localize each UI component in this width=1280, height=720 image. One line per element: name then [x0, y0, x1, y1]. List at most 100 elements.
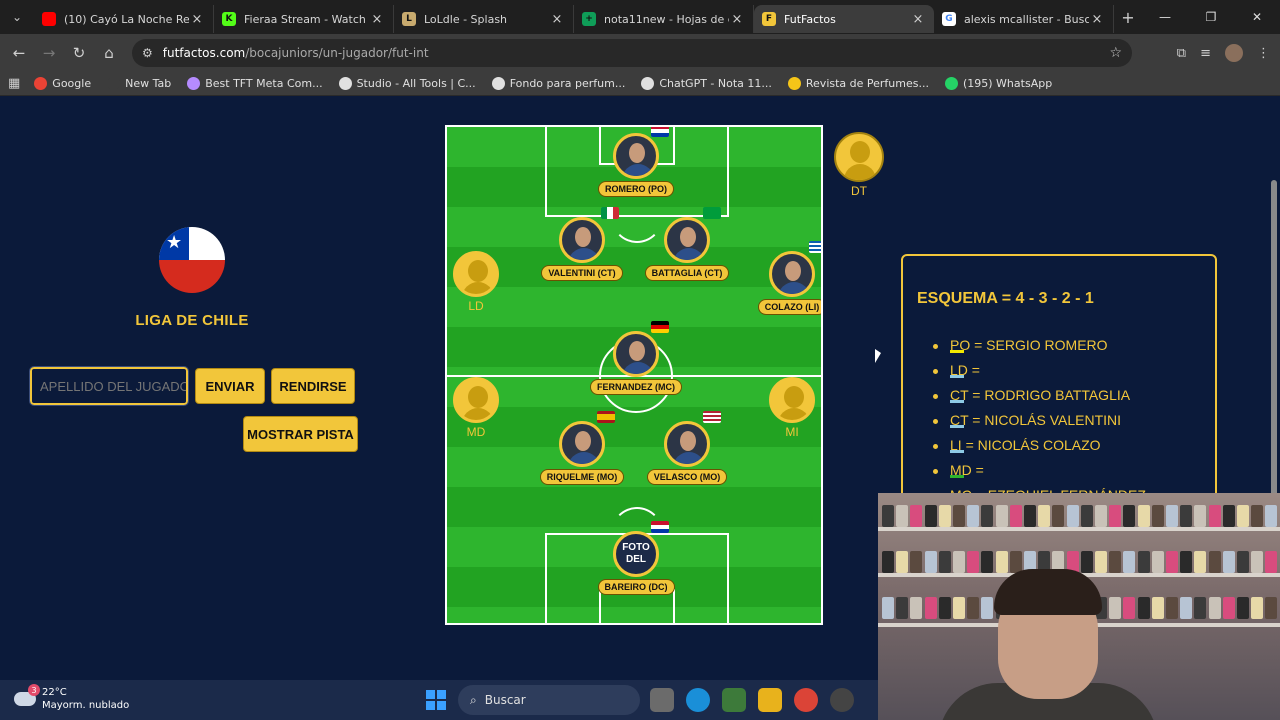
perfume-bottle — [1237, 551, 1249, 573]
bookmark-item[interactable]: ChatGPT - Nota 11... — [641, 77, 772, 90]
player-mi[interactable]: MI — [737, 377, 821, 439]
tab-search-icon[interactable]: ⌄ — [0, 0, 34, 34]
perfume-bottle — [896, 551, 909, 573]
paraguay-flag-icon — [651, 127, 669, 137]
player-md[interactable]: MD — [447, 377, 531, 439]
player-ct2[interactable]: BATTAGLIA (CT) — [632, 217, 742, 281]
scrollbar-thumb[interactable] — [1271, 180, 1277, 510]
perfume-bottle — [882, 551, 894, 573]
perfume-bottle — [995, 505, 1008, 527]
perfume-bottle — [1222, 505, 1235, 527]
bookmark-favicon-icon — [787, 77, 801, 90]
give-up-button[interactable]: RENDIRSE — [271, 368, 355, 404]
bookmarks-bar: ▦ Google New Tab Best TFT Meta Com... Studi… — [0, 72, 1280, 96]
browser-tab[interactable]: Galexis mcallister - Buscar c× — [934, 5, 1114, 33]
perfume-bottle — [1265, 551, 1278, 573]
perfume-bottle — [1009, 505, 1022, 527]
weather-widget[interactable]: 3 22°C Mayorm. nublado — [14, 684, 130, 712]
photo-placeholder-line2: DEL — [626, 554, 646, 565]
perfume-bottle — [882, 597, 894, 619]
close-tab-icon[interactable]: × — [549, 12, 565, 27]
extensions-icon[interactable]: ⧉ — [1177, 46, 1186, 61]
close-tab-icon[interactable]: × — [910, 12, 926, 27]
browser-toolbar: ← → ↻ ⌂ ⚙ futfactos.com/bocajuniors/un-j… — [0, 34, 1280, 72]
edge-icon[interactable] — [686, 688, 710, 712]
apps-grid-icon[interactable]: ▦ — [8, 76, 20, 91]
perfume-bottle — [1080, 505, 1093, 527]
browser-tab[interactable]: F FutFactos × — [754, 5, 934, 33]
bookmark-star-icon[interactable]: ☆ — [1109, 45, 1122, 61]
browser-tab[interactable]: L LoLdle - Splash × — [394, 5, 574, 33]
windows-start-icon[interactable] — [426, 690, 446, 710]
tab-title: nota11new - Hojas de cálc — [604, 12, 729, 26]
browser-tab[interactable]: + nota11new - Hojas de cálc× — [574, 5, 754, 33]
site-info-icon[interactable]: ⚙ — [142, 46, 153, 60]
scheme-list: PO = SERGIO ROMERO LD = CT = RODRIGO BATTA… — [933, 334, 1146, 509]
bookmark-item[interactable]: Google — [34, 77, 91, 90]
scheme-item: CT = RODRIGO BATTAGLIA — [933, 384, 1146, 409]
perfume-bottle — [967, 551, 980, 573]
player-tag: FERNANDEZ (MC) — [590, 379, 682, 395]
bookmark-item[interactable]: New Tab — [107, 77, 171, 90]
file-explorer-icon[interactable] — [758, 688, 782, 712]
player-po[interactable]: ROMERO (PO) — [581, 133, 691, 197]
close-tab-icon[interactable]: × — [369, 12, 385, 27]
bookmark-item[interactable]: Revista de Perfumes... — [787, 77, 929, 90]
taskbar-search-label: Buscar — [484, 693, 526, 707]
back-icon[interactable]: ← — [4, 44, 34, 62]
home-icon[interactable]: ⌂ — [94, 44, 124, 62]
player-ld[interactable]: LD — [447, 251, 531, 313]
browser-tab[interactable]: (10) Cayó La Noche Remix× — [34, 5, 214, 33]
player-ct1[interactable]: VALENTINI (CT) — [527, 217, 637, 281]
app-icon[interactable] — [722, 688, 746, 712]
close-window-icon[interactable]: ✕ — [1234, 0, 1280, 34]
perfume-bottle — [1123, 551, 1136, 573]
menu-icon[interactable]: ⋮ — [1257, 46, 1270, 61]
bookmark-item[interactable]: Fondo para perfum... — [491, 77, 626, 90]
player-photo — [769, 251, 815, 297]
perfume-bottle — [938, 597, 951, 619]
player-mo2[interactable]: VELASCO (MO) — [632, 421, 742, 485]
perfume-bottle — [1109, 505, 1122, 527]
maximize-icon[interactable]: ❐ — [1188, 0, 1234, 34]
address-bar[interactable]: ⚙ futfactos.com/bocajuniors/un-jugador/f… — [132, 39, 1132, 67]
browser-tab[interactable]: K Fieraa Stream - Watch Live× — [214, 5, 394, 33]
perfume-bottle — [995, 551, 1008, 573]
obs-icon[interactable] — [830, 688, 854, 712]
close-tab-icon[interactable]: × — [189, 12, 205, 27]
player-dc[interactable]: FOTO DEL BAREIRO (DC) — [581, 531, 691, 595]
bookmark-favicon-icon — [107, 77, 121, 90]
profile-avatar[interactable] — [1225, 44, 1243, 62]
coach-label: DT — [851, 184, 867, 198]
player-surname-input[interactable] — [29, 366, 189, 406]
scheme-item-text: MD = — [950, 462, 984, 481]
bookmark-item[interactable]: Studio - All Tools | C... — [338, 77, 476, 90]
minimize-icon[interactable]: — — [1142, 0, 1188, 34]
bullet-icon — [933, 344, 938, 349]
bookmark-favicon-icon — [187, 77, 201, 90]
player-mo1[interactable]: RIQUELME (MO) — [527, 421, 637, 485]
bookmark-list: Google New Tab Best TFT Meta Com... Studio … — [34, 77, 1068, 90]
bookmark-label: Fondo para perfum... — [509, 77, 626, 90]
media-icon[interactable]: ≡ — [1200, 46, 1211, 61]
task-view-icon[interactable] — [650, 688, 674, 712]
new-tab-icon[interactable]: + — [1114, 8, 1142, 27]
forward-icon[interactable]: → — [34, 44, 64, 62]
reload-icon[interactable]: ↻ — [64, 44, 94, 62]
bookmark-favicon-icon — [34, 77, 48, 90]
weather-desc: Mayorm. nublado — [42, 700, 130, 711]
chrome-icon[interactable] — [794, 688, 818, 712]
coach-slot[interactable]: DT — [834, 132, 884, 198]
perfume-bottle — [953, 597, 965, 619]
taskbar-search[interactable]: ⌕ Buscar — [458, 685, 640, 715]
player-mc[interactable]: FERNANDEZ (MC) — [581, 331, 691, 395]
perfume-bottle — [967, 505, 980, 527]
close-tab-icon[interactable]: × — [1089, 12, 1105, 27]
bookmark-item[interactable]: Best TFT Meta Com... — [187, 77, 323, 90]
send-button[interactable]: ENVIAR — [195, 368, 265, 404]
close-tab-icon[interactable]: × — [729, 12, 745, 27]
bookmark-item[interactable]: (195) WhatsApp — [944, 77, 1052, 90]
player-li[interactable]: COLAZO (LI) — [737, 251, 821, 315]
player-photo — [613, 133, 659, 179]
show-hint-button[interactable]: MOSTRAR PISTA — [243, 416, 358, 452]
